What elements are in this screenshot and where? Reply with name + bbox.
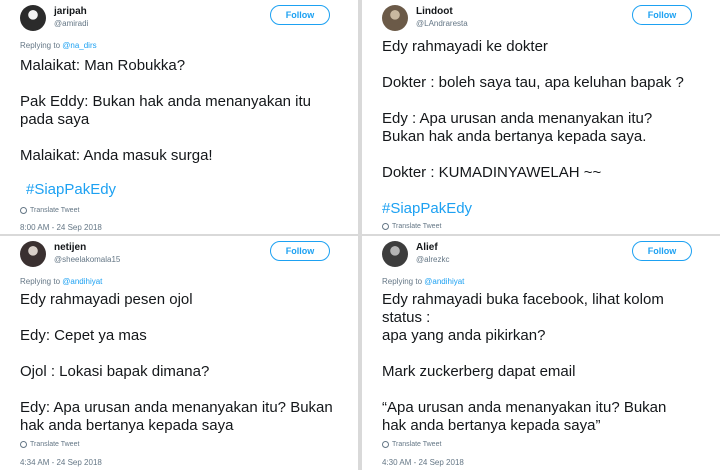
display-name[interactable]: jaripah [54,6,88,18]
tweet-text: Edy rahmayadi pesen ojol Edy: Cepet ya ma… [20,291,350,435]
replying-mention-link[interactable]: @andihiyat [62,277,102,286]
follow-button[interactable]: Follow [270,241,330,261]
tweet-card: netijen @sheelakomala15 Follow Replying to … [0,236,358,470]
replying-to: Replying to @na_dirs [20,41,97,50]
user-names: jaripah @amiradi [54,6,88,30]
display-name[interactable]: Lindoot [416,6,468,18]
replying-mention-link[interactable]: @na_dirs [62,41,96,50]
tweet-text: Edy rahmayadi ke dokter Dokter : boleh sa… [382,38,712,182]
tweet-paragraph: Malaikat: Man Robukka? [20,57,186,74]
tweet-paragraph: Pak Eddy: Bukan hak anda menanyakan itu … [20,93,312,128]
translate-tweet-link[interactable]: Translate Tweet [382,441,441,448]
tweet-paragraph: Edy : Apa urusan anda menanyakan itu? Bu… [382,110,653,145]
tweet-paragraph: Mark zuckerberg dapat email [382,363,576,380]
tweet-paragraph: Edy rahmayadi buka facebook, lihat kolom… [382,291,664,344]
display-name[interactable]: netijen [54,242,120,254]
tweet-text: Malaikat: Man Robukka? Pak Eddy: Bukan ha… [20,57,350,165]
hashtag-link[interactable]: #SiapPakEdy [26,181,116,199]
replying-mention-link[interactable]: @andihiyat [424,277,464,286]
follow-button[interactable]: Follow [632,5,692,25]
translate-tweet-link[interactable]: Translate Tweet [382,223,441,230]
globe-icon [382,223,389,230]
tweet-header: Alief @alrezkc [382,241,449,267]
tweet-card: Alief @alrezkc Follow Replying to @andihiya… [362,236,720,470]
user-handle[interactable]: @alrezkc [416,254,449,266]
avatar[interactable] [382,241,408,267]
avatar[interactable] [382,5,408,31]
tweet-paragraph: Dokter : boleh saya tau, apa keluhan bap… [382,74,684,91]
hashtag-link[interactable]: #SiapPakEdy [382,200,472,218]
translate-label: Translate Tweet [392,223,442,230]
user-names: Lindoot @LAndraresta [416,6,468,30]
follow-button[interactable]: Follow [632,241,692,261]
user-handle[interactable]: @LAndraresta [416,18,468,30]
tweet-timestamp[interactable]: 8:00 AM - 24 Sep 2018 [20,223,102,232]
user-handle[interactable]: @sheelakomala15 [54,254,120,266]
replying-prefix: Replying to [20,41,63,50]
translate-label: Translate Tweet [30,207,80,214]
user-names: Alief @alrezkc [416,242,449,266]
translate-label: Translate Tweet [30,441,80,448]
tweet-paragraph: Edy: Cepet ya mas [20,327,147,344]
tweet-paragraph: Edy rahmayadi ke dokter [382,38,548,55]
tweet-paragraph: Dokter : KUMADINYAWELAH ~~ [382,164,602,181]
tweet-text: Edy rahmayadi buka facebook, lihat kolom… [382,291,712,435]
globe-icon [382,441,389,448]
globe-icon [20,207,27,214]
globe-icon [20,441,27,448]
replying-prefix: Replying to [382,277,425,286]
tweet-paragraph: Edy: Apa urusan anda menanyakan itu? Buk… [20,399,333,434]
replying-to: Replying to @andihiyat [20,277,102,286]
tweet-card: jaripah @amiradi Follow Replying to @na_dir… [0,0,358,234]
user-names: netijen @sheelakomala15 [54,242,120,266]
translate-tweet-link[interactable]: Translate Tweet [20,441,79,448]
tweet-header: Lindoot @LAndraresta [382,5,468,31]
tweet-timestamp[interactable]: 4:30 AM - 24 Sep 2018 [382,458,464,467]
avatar[interactable] [20,241,46,267]
tweet-card: Lindoot @LAndraresta Follow Edy rahmayadi k… [362,0,720,234]
replying-to: Replying to @andihiyat [382,277,464,286]
replying-prefix: Replying to [20,277,63,286]
tweet-timestamp[interactable]: 4:34 AM - 24 Sep 2018 [20,458,102,467]
follow-button[interactable]: Follow [270,5,330,25]
translate-label: Translate Tweet [392,441,442,448]
tweet-paragraph: “Apa urusan anda menanyakan itu? Bukan h… [382,399,667,434]
user-handle[interactable]: @amiradi [54,18,88,30]
tweet-header: jaripah @amiradi [20,5,88,31]
avatar[interactable] [20,5,46,31]
tweet-header: netijen @sheelakomala15 [20,241,120,267]
tweet-paragraph: Ojol : Lokasi bapak dimana? [20,363,210,380]
translate-tweet-link[interactable]: Translate Tweet [20,207,79,214]
tweet-grid: jaripah @amiradi Follow Replying to @na_dir… [0,0,720,470]
display-name[interactable]: Alief [416,242,449,254]
tweet-paragraph: Edy rahmayadi pesen ojol [20,291,193,308]
tweet-paragraph: Malaikat: Anda masuk surga! [20,147,213,164]
